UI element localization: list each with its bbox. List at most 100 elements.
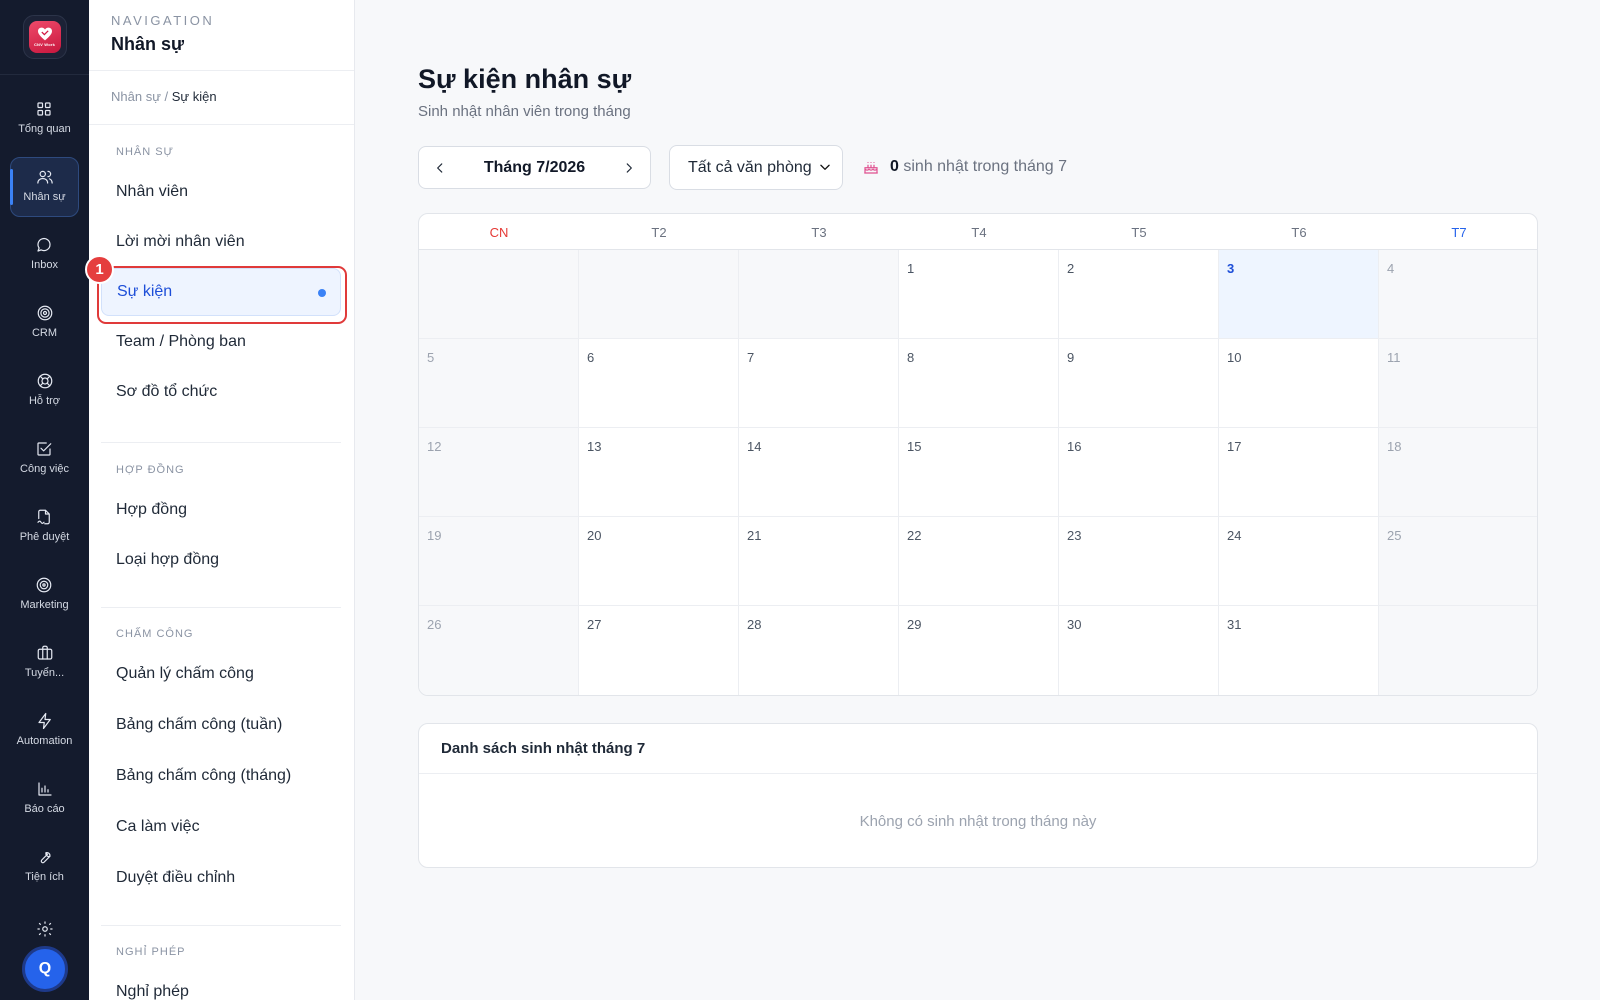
calendar-day-cell[interactable]: 14 <box>739 428 899 517</box>
calendar-day-cell[interactable]: 15 <box>899 428 1059 517</box>
rail-item-content: Phê duyệt <box>20 508 69 543</box>
nav-item-team[interactable]: Team / Phòng ban <box>101 318 341 366</box>
calendar-day-number: 10 <box>1227 350 1242 365</box>
rail-item-content: Tuyển... <box>25 644 64 679</box>
rail-item-7[interactable]: Marketing <box>0 559 89 627</box>
calendar-day-cell[interactable]: 28 <box>739 606 899 695</box>
rail-item-9[interactable]: Automation <box>0 695 89 763</box>
nav-item-label: Hợp đồng <box>116 501 187 518</box>
nav-item-nghi-phep[interactable]: Nghỉ phép <box>101 968 341 1000</box>
calendar-day-cell[interactable]: 27 <box>579 606 739 695</box>
rail-item-5[interactable]: Công việc <box>0 423 89 491</box>
calendar-day-cell[interactable]: 21 <box>739 517 899 606</box>
calendar-day-cell[interactable]: 22 <box>899 517 1059 606</box>
calendar-day-cell[interactable]: 13 <box>579 428 739 517</box>
calendar-weekday-header: CN T2 T3 T4 T5 T6 T7 <box>419 214 1537 250</box>
calendar-day-cell[interactable]: 2 <box>1059 250 1219 339</box>
calendar-day-cell[interactable]: 1 <box>899 250 1059 339</box>
calendar-day-cell[interactable]: 20 <box>579 517 739 606</box>
rail-item-1[interactable]: Nhân sự <box>0 151 89 219</box>
nav-item-label: Loại hợp đồng <box>116 551 220 568</box>
rail-item-11[interactable]: Tiện ích <box>0 831 89 899</box>
calendar-day-number: 9 <box>1067 350 1075 365</box>
rail-item-label: Inbox <box>31 258 58 271</box>
icon-rail: CNV Work Tổng quan Nhân sự Inbox CRM Hỗ trợ C… <box>0 0 89 1000</box>
rail-item-3[interactable]: CRM <box>0 287 89 355</box>
calendar-day-cell[interactable]: 3 <box>1219 250 1379 339</box>
rail-item-content: Tổng quan <box>18 100 71 135</box>
calendar-day-cell[interactable]: 17 <box>1219 428 1379 517</box>
nav-item-su-kien[interactable]: Sự kiện <box>101 268 341 316</box>
calendar-day-number: 7 <box>747 350 755 365</box>
calendar-day-number: 23 <box>1067 528 1082 543</box>
prev-month-button[interactable] <box>419 147 461 188</box>
bullseye-icon <box>37 577 52 592</box>
weekday-header: CN <box>489 224 509 240</box>
calendar-day-cell[interactable]: 12 <box>419 428 579 517</box>
calendar-day-number: 31 <box>1227 617 1242 632</box>
nav-item-nhan-vien[interactable]: Nhân viên <box>101 168 341 216</box>
nav-item-ca-lam-viec[interactable]: Ca làm việc <box>101 803 341 851</box>
calendar-day-cell[interactable]: 23 <box>1059 517 1219 606</box>
calendar-empty-cell <box>739 250 899 339</box>
calendar-day-number: 5 <box>427 350 435 365</box>
office-filter-select[interactable]: Tất cả văn phòng <box>669 145 843 190</box>
app-logo[interactable]: CNV Work <box>22 15 67 59</box>
rail-item-0[interactable]: Tổng quan <box>0 83 89 151</box>
calendar-day-number: 15 <box>907 439 922 454</box>
main-content: Sự kiện nhân sự Sinh nhật nhân viên tron… <box>355 0 1600 1000</box>
calendar-day-cell[interactable]: 7 <box>739 339 899 428</box>
rail-item-content: Hỗ trợ <box>29 372 60 407</box>
nav-item-loi-moi[interactable]: Lời mời nhân viên <box>101 218 341 266</box>
next-month-button[interactable] <box>608 147 650 188</box>
calendar-day-cell[interactable]: 5 <box>419 339 579 428</box>
rail-item-label: Tổng quan <box>18 122 71 135</box>
nav-item-bang-thang[interactable]: Bảng chấm công (tháng) <box>101 752 341 800</box>
calendar-day-cell[interactable]: 6 <box>579 339 739 428</box>
calendar-day-number: 18 <box>1387 439 1402 454</box>
nav-item-hop-dong[interactable]: Hợp đồng <box>101 486 341 534</box>
calendar-day-cell[interactable]: 9 <box>1059 339 1219 428</box>
nav-item-label: Quản lý chấm công <box>116 665 254 682</box>
chevron-down-icon <box>818 160 832 179</box>
calendar-day-cell[interactable]: 29 <box>899 606 1059 695</box>
nav-item-label: Team / Phòng ban <box>116 333 246 350</box>
briefcase-icon <box>37 645 52 660</box>
calendar-day-cell[interactable]: 4 <box>1379 250 1537 339</box>
nav-item-quan-ly-cham-cong[interactable]: Quản lý chấm công <box>101 650 341 698</box>
rail-item-10[interactable]: Báo cáo <box>0 763 89 831</box>
weekday-header: T2 <box>651 224 667 240</box>
nav-divider <box>101 442 341 443</box>
nav-item-label: Sự kiện <box>117 283 173 300</box>
calendar-day-cell[interactable]: 30 <box>1059 606 1219 695</box>
calendar-day-cell[interactable]: 24 <box>1219 517 1379 606</box>
nav-item-duyet-dieu-chinh[interactable]: Duyệt điều chỉnh <box>101 854 341 902</box>
nav-item-label: Duyệt điều chỉnh <box>116 869 236 886</box>
calendar-day-number: 12 <box>427 439 442 454</box>
calendar-day-cell[interactable]: 31 <box>1219 606 1379 695</box>
rail-settings[interactable] <box>0 920 89 938</box>
calendar-day-cell[interactable]: 25 <box>1379 517 1537 606</box>
calendar-day-cell[interactable]: 18 <box>1379 428 1537 517</box>
calendar-day-cell[interactable]: 8 <box>899 339 1059 428</box>
calendar-day-cell[interactable]: 10 <box>1219 339 1379 428</box>
rail-item-8[interactable]: Tuyển... <box>0 627 89 695</box>
rail-item-6[interactable]: Phê duyệt <box>0 491 89 559</box>
nav-item-bang-tuan[interactable]: Bảng chấm công (tuần) <box>101 701 341 749</box>
breadcrumb: Nhân sự / Sự kiện <box>89 71 354 125</box>
users-icon <box>36 170 53 184</box>
rail-item-label: Automation <box>16 734 73 747</box>
calendar-day-cell[interactable]: 11 <box>1379 339 1537 428</box>
nav-item-loai-hop-dong[interactable]: Loại hợp đồng <box>101 536 341 584</box>
calendar-day-number: 22 <box>907 528 922 543</box>
calendar-day-cell[interactable]: 16 <box>1059 428 1219 517</box>
rail-item-4[interactable]: Hỗ trợ <box>0 355 89 423</box>
calendar-day-number: 24 <box>1227 528 1242 543</box>
calendar-day-cell[interactable]: 26 <box>419 606 579 695</box>
month-label: Tháng 7/2026 <box>483 158 586 176</box>
calendar-day-cell[interactable]: 19 <box>419 517 579 606</box>
breadcrumb-parent[interactable]: Nhân sự / <box>111 89 168 104</box>
user-avatar[interactable]: Q <box>22 946 68 992</box>
nav-item-so-do[interactable]: Sơ đồ tổ chức <box>101 368 341 416</box>
rail-item-2[interactable]: Inbox <box>0 219 89 287</box>
